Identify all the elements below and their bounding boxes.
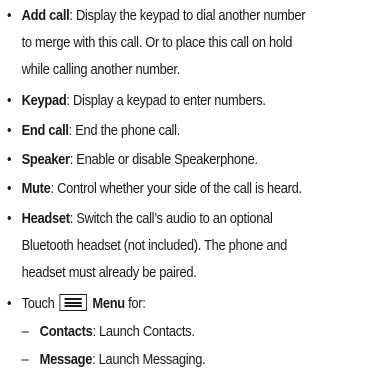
description-line: to merge with this call. Or to place thi… — [21, 34, 293, 51]
description-line: : Control whether your side of the call … — [50, 180, 303, 197]
dash: – — [21, 351, 29, 368]
menu-line-prefix: Touch — [21, 295, 55, 312]
bullet: • — [7, 295, 12, 312]
dash: – — [21, 323, 29, 340]
list-item-add-call: • Add call: Display the keypad to dial an… — [7, 2, 389, 83]
menu-icon — [59, 294, 88, 312]
bullet: • — [7, 151, 12, 168]
sub-item-message: – Message: Launch Messaging. — [7, 346, 389, 373]
bullet: • — [7, 210, 12, 227]
sub-item-text: : Launch Messaging. — [92, 351, 206, 368]
bullet: • — [7, 180, 12, 197]
description-line: : Switch the call’s audio to an optional — [69, 210, 273, 227]
term-contacts: Contacts — [39, 323, 93, 340]
term-message: Message — [39, 351, 93, 368]
term-mute: Mute — [21, 180, 51, 197]
bullet: • — [7, 7, 12, 24]
description-line: : Enable or disable Speakerphone. — [69, 151, 258, 168]
description-line: headset must already be paired. — [21, 264, 197, 281]
description-line: : End the phone call. — [68, 122, 181, 139]
list-item-speaker: • Speaker: Enable or disable Speakerphone… — [7, 146, 389, 173]
description-line: Bluetooth headset (not included). The ph… — [21, 237, 288, 254]
list-item-menu: • Touch Menu for: — [7, 290, 389, 317]
term-headset: Headset — [21, 210, 70, 227]
description-line: while calling another number. — [21, 61, 181, 78]
term-add-call: Add call — [21, 7, 70, 24]
description-line: : Display a keypad to enter numbers. — [66, 92, 266, 109]
description-line: : Display the keypad to dial another num… — [69, 7, 306, 24]
term-speaker: Speaker — [21, 151, 70, 168]
bullet: • — [7, 122, 12, 139]
sub-item-text: : Launch Contacts. — [92, 323, 195, 340]
menu-line-suffix: for: — [124, 295, 146, 312]
list-item-mute: • Mute: Control whether your side of the … — [7, 175, 389, 202]
bullet: • — [7, 92, 12, 109]
list-item-keypad: • Keypad: Display a keypad to enter numbe… — [7, 87, 389, 114]
term-menu: Menu — [92, 295, 125, 312]
term-end-call: End call — [21, 122, 69, 139]
sub-item-contacts: – Contacts: Launch Contacts. — [7, 318, 389, 345]
list-item-end-call: • End call: End the phone call. — [7, 117, 389, 144]
term-keypad: Keypad — [21, 92, 67, 109]
list-item-headset: • Headset: Switch the call’s audio to an … — [7, 205, 389, 286]
